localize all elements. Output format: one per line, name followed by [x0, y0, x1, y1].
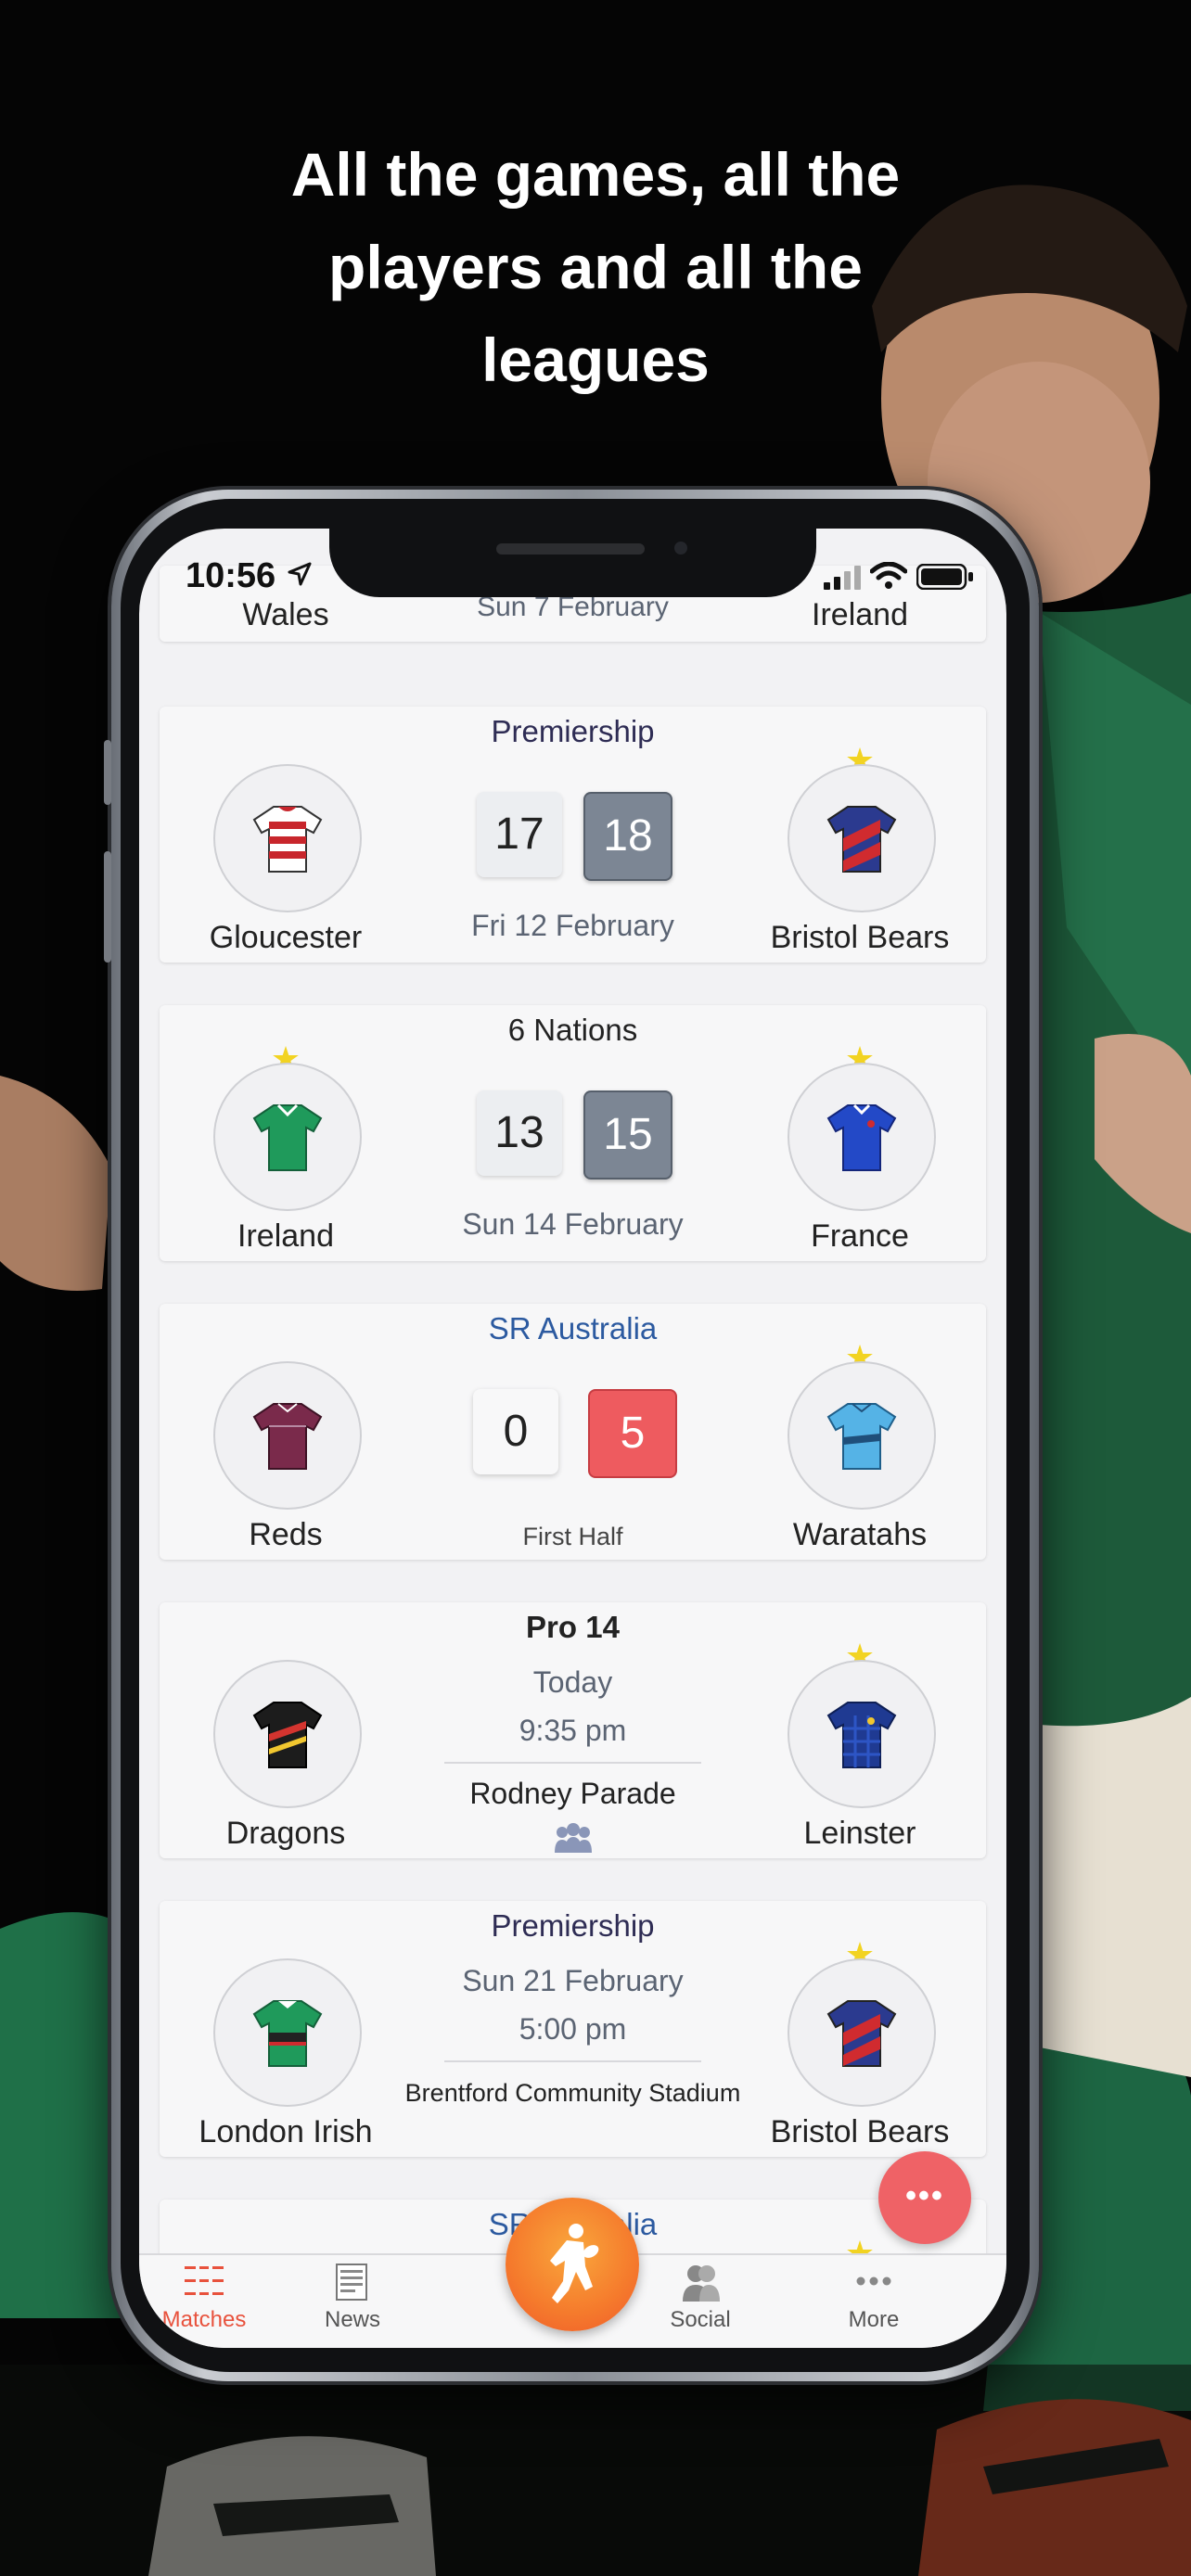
score-home: 13	[477, 1090, 562, 1176]
team-badge-home[interactable]	[213, 764, 362, 912]
wifi-icon	[870, 562, 907, 589]
team-name-home: London Irish	[198, 2114, 373, 2149]
divider	[444, 1762, 701, 1764]
divider	[444, 2060, 701, 2062]
venue-name: Rodney Parade	[469, 1777, 676, 1810]
match-card[interactable]: Premiership ★ London Irish Bristol Bears	[160, 1901, 986, 2157]
promo-headline: All the games, all the players and all t…	[0, 128, 1191, 406]
jersey-icon	[826, 806, 897, 873]
headline-line-2: players and all the	[328, 233, 863, 301]
team-name-home: Dragons	[225, 1816, 346, 1851]
rugby-player-center-button[interactable]	[506, 2198, 639, 2331]
crowd-icon	[555, 1823, 592, 1853]
tab-label: More	[848, 2307, 900, 2332]
team-badge-away[interactable]	[788, 1361, 936, 1510]
location-arrow-icon	[288, 562, 312, 586]
rugby-player-icon	[550, 2224, 599, 2303]
headline-line-3: leagues	[481, 325, 710, 394]
team-badge-home[interactable]	[213, 1361, 362, 1510]
kickoff-time: 9:35 pm	[519, 1714, 627, 1747]
tab-news[interactable]: News	[288, 2255, 417, 2348]
team-name-away: Leinster	[803, 1816, 916, 1851]
jersey-icon	[826, 1403, 897, 1470]
score-away: 5	[588, 1389, 677, 1478]
tab-more[interactable]: More	[809, 2255, 939, 2348]
match-status: First Half	[522, 1523, 623, 1550]
status-time: 10:56	[186, 556, 276, 595]
matches-icon	[185, 2266, 224, 2295]
jersey-icon	[826, 1103, 897, 1171]
volume-up-button	[104, 851, 111, 963]
match-list[interactable]: Wales Sun 7 February Ireland Premiership…	[139, 529, 1006, 2348]
match-day: Sun 21 February	[462, 1964, 684, 1997]
cellular-signal-icon	[824, 566, 861, 590]
mute-switch	[104, 740, 111, 805]
tab-social[interactable]: Social	[635, 2255, 765, 2348]
speaker-grille	[496, 543, 645, 555]
match-date: Fri 12 February	[471, 909, 674, 942]
jersey-icon	[252, 806, 323, 873]
notch	[329, 529, 816, 597]
kickoff-time: 5:00 pm	[519, 2012, 627, 2046]
match-card[interactable]: 6 Nations ★ ★ Ireland France 13 15 Sun 1…	[160, 1005, 986, 1261]
phone-screen: 10:56 Wales Sun 7 February Ireland Premi…	[139, 529, 1006, 2348]
venue-name: Brentford Community Stadium	[404, 2079, 741, 2107]
tab-label: Matches	[161, 2307, 247, 2332]
headline-line-1: All the games, all the	[290, 140, 901, 209]
match-card[interactable]: SR Australia ★ Reds Waratahs 0 5 First H…	[160, 1304, 986, 1560]
match-day: Today	[532, 1665, 613, 1699]
team-badge-home[interactable]	[213, 1063, 362, 1211]
more-dots-icon	[856, 2276, 891, 2286]
tab-matches[interactable]: Matches	[139, 2255, 269, 2348]
tab-label: News	[324, 2307, 380, 2332]
team-badge-away[interactable]	[788, 1063, 936, 1211]
jersey-icon	[252, 1103, 323, 1171]
score-home: 17	[477, 792, 562, 877]
more-options-fab[interactable]: •••	[878, 2151, 971, 2244]
match-card[interactable]: Pro 14 ★ Dragons Leinster Today 9:35 pm	[160, 1602, 986, 1858]
jersey-icon	[252, 1403, 323, 1470]
battery-icon	[916, 564, 973, 590]
match-date: Sun 14 February	[462, 1207, 684, 1241]
score-away: 18	[583, 792, 672, 881]
team-name-away: Bristol Bears	[770, 2114, 950, 2149]
tab-label: Social	[670, 2307, 731, 2332]
news-icon	[336, 2264, 367, 2301]
score-home: 0	[473, 1389, 558, 1474]
social-icon	[683, 2265, 720, 2302]
front-camera	[674, 542, 687, 555]
team-badge-away[interactable]	[788, 764, 936, 912]
score-away: 15	[583, 1090, 672, 1180]
match-card[interactable]: Premiership ★ Gloucester Bristol Bears 1…	[160, 707, 986, 963]
